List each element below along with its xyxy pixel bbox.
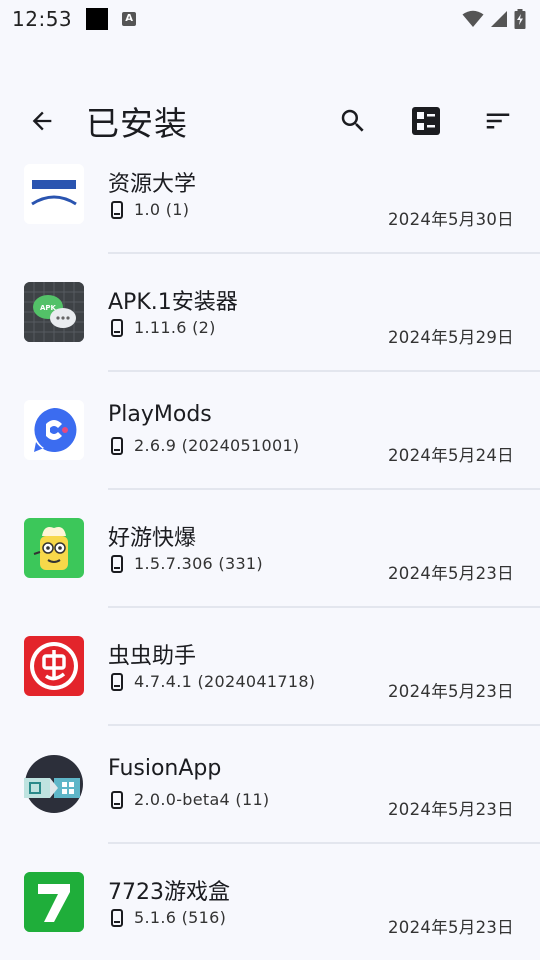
app-version: 2.6.9 (2024051001) xyxy=(134,436,300,455)
list-item[interactable]: 虫虫助手 4.7.4.1 (2024041718) 2024年5月23日 xyxy=(0,608,540,726)
list-item[interactable]: 资源大学 1.0 (1) 2024年5月30日 xyxy=(0,154,540,254)
install-date: 2024年5月23日 xyxy=(388,800,514,819)
app-name: 虫虫助手 xyxy=(108,644,197,669)
7723-icon xyxy=(24,872,84,932)
app-name: 资源大学 xyxy=(108,172,197,197)
list-item[interactable]: PlayMods 2.6.9 (2024051001) 2024年5月24日 xyxy=(0,372,540,490)
phone-icon xyxy=(111,554,123,573)
list-item[interactable]: 好游快爆 1.5.7.306 (331) 2024年5月23日 xyxy=(0,490,540,608)
search-button[interactable] xyxy=(331,99,375,143)
text-a-icon: A xyxy=(122,12,137,26)
app-bar: 已安装 xyxy=(0,88,540,154)
list-item[interactable]: 7723游戏盒 5.1.6 (516) 2024年5月23日 xyxy=(0,844,540,960)
app-name: APK.1安装器 xyxy=(108,290,238,315)
view-toggle-icon xyxy=(412,107,440,135)
app-name: PlayMods xyxy=(108,402,212,427)
install-date: 2024年5月23日 xyxy=(388,682,514,701)
search-icon xyxy=(341,109,364,132)
sort-icon xyxy=(486,113,510,129)
install-date: 2024年5月29日 xyxy=(388,328,514,347)
app-version: 2.0.0-beta4 (11) xyxy=(134,790,270,809)
phone-icon xyxy=(111,672,123,691)
phone-icon xyxy=(111,436,123,455)
phone-icon xyxy=(111,790,123,809)
list-item[interactable]: APK APK.1安装器 1.11.6 (2) 2024年5月29日 xyxy=(0,254,540,372)
back-button[interactable] xyxy=(22,101,62,141)
arrow-back-icon xyxy=(32,111,52,131)
playmods-icon xyxy=(24,400,84,460)
app-version: 1.0 (1) xyxy=(134,200,190,219)
install-date: 2024年5月30日 xyxy=(388,210,514,229)
app-version: 1.11.6 (2) xyxy=(134,318,216,337)
install-date: 2024年5月24日 xyxy=(388,446,514,465)
status-time: 12:53 xyxy=(12,7,73,31)
list-item[interactable]: FusionApp 2.0.0-beta4 (11) 2024年5月23日 xyxy=(0,726,540,844)
app-version: 5.1.6 (516) xyxy=(134,908,227,927)
signal-icon xyxy=(491,11,507,27)
app-name: 好游快爆 xyxy=(108,526,197,551)
page-title: 已安装 xyxy=(86,104,188,143)
sort-button[interactable] xyxy=(476,99,520,143)
apk-installer-icon: APK xyxy=(24,282,84,342)
wifi-icon xyxy=(462,10,484,27)
phone-icon xyxy=(111,908,123,927)
view-toggle-button[interactable] xyxy=(404,99,448,143)
app-name: FusionApp xyxy=(108,756,222,781)
chongchong-icon xyxy=(24,636,84,696)
phone-icon xyxy=(111,318,123,337)
install-date: 2024年5月23日 xyxy=(388,918,514,937)
phone-icon xyxy=(111,200,123,219)
app-version: 4.7.4.1 (2024041718) xyxy=(134,672,316,691)
resource-app-icon xyxy=(24,164,84,224)
black-square-icon xyxy=(86,8,109,30)
status-bar: 12:53 A xyxy=(0,0,540,38)
install-date: 2024年5月23日 xyxy=(388,564,514,583)
app-name: 7723游戏盒 xyxy=(108,880,230,905)
battery-charging-icon xyxy=(514,9,526,29)
haoyou-icon xyxy=(24,518,84,578)
fusionapp-icon xyxy=(24,754,84,814)
status-indicators xyxy=(462,9,526,29)
app-version: 1.5.7.306 (331) xyxy=(134,554,263,573)
installed-app-list[interactable]: 资源大学 1.0 (1) 2024年5月30日 APK APK.1安装器 1.1… xyxy=(0,154,540,960)
